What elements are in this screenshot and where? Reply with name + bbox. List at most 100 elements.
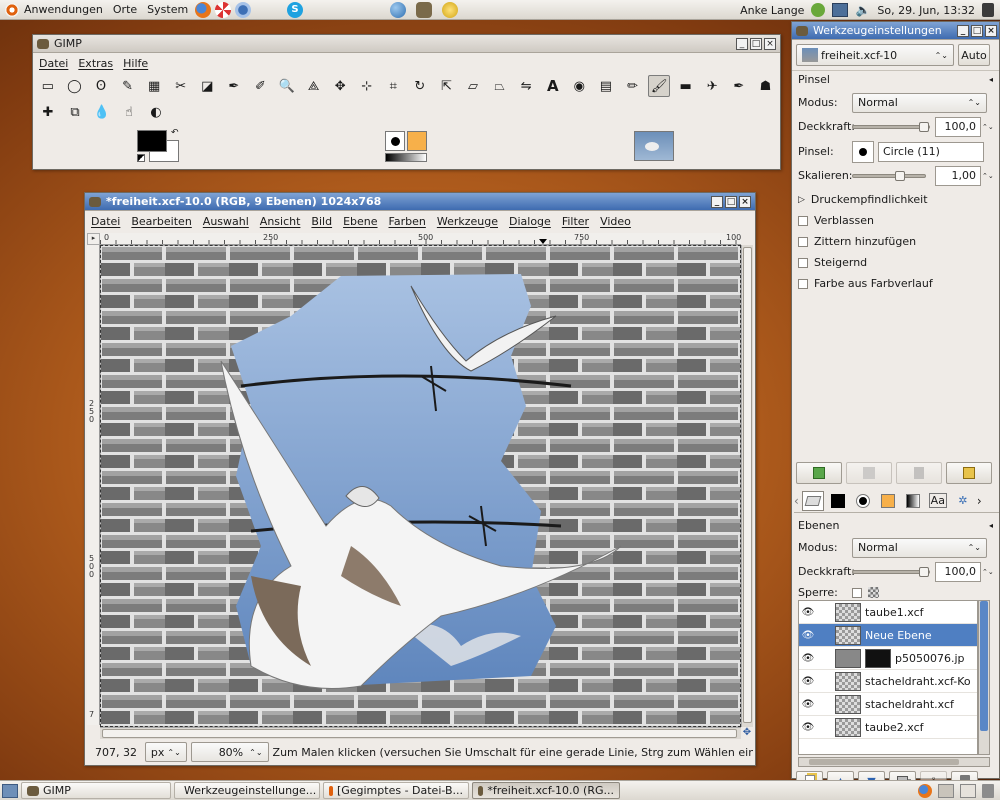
help-lifebuoy-icon[interactable] (215, 1, 232, 18)
perspective-tool-button[interactable]: ⏢ (489, 75, 511, 97)
modus-select[interactable]: Normal ⌃⌄ (852, 92, 987, 113)
steigernd-checkbox[interactable] (798, 257, 808, 268)
layer-opacity-knob[interactable] (919, 566, 929, 577)
smudge-tool-button[interactable]: ☝ (118, 101, 140, 123)
tab-fonts[interactable]: Aa (927, 491, 949, 511)
power-icon[interactable] (982, 3, 994, 17)
option-steigernd[interactable]: Steigernd (798, 252, 995, 273)
paintbrush-tool-button[interactable]: 🖌 (648, 75, 670, 97)
layers-scrollbar[interactable] (978, 600, 990, 755)
crop-tool-button[interactable]: ⌗ (383, 75, 405, 97)
option-farbverlauf[interactable]: Farbe aus Farbverlauf (798, 273, 995, 294)
brush-preview-button[interactable] (852, 140, 874, 163)
option-zittern[interactable]: Zittern hinzufügen (798, 231, 995, 252)
save-options-button[interactable] (796, 462, 842, 484)
applications-menu[interactable]: Anwendungen (0, 0, 108, 20)
close-button[interactable]: × (764, 37, 776, 50)
reset-options-button[interactable] (946, 462, 992, 484)
tray-firefox-icon[interactable] (918, 783, 932, 798)
layer-row[interactable]: 👁 Neue Ebene (799, 624, 977, 647)
scale-slider[interactable] (852, 170, 926, 181)
scale-slider-knob[interactable] (895, 170, 905, 181)
delete-options-button[interactable] (896, 462, 942, 484)
farbverlauf-checkbox[interactable] (798, 278, 808, 289)
task-freiheit[interactable]: *freiheit.xcf-10.0 (RG... (472, 782, 620, 799)
zittern-checkbox[interactable] (798, 236, 808, 247)
heal-tool-button[interactable]: ✚ (37, 101, 59, 123)
tab-gradients[interactable] (902, 491, 924, 511)
dock-maximize-button[interactable]: □ (971, 24, 983, 37)
firefox-launcher-icon[interactable] (195, 1, 212, 18)
image-menu-filter[interactable]: Filter (562, 215, 589, 228)
opacity-spin-icon[interactable]: ⌃⌄ (982, 123, 994, 131)
blend-tool-button[interactable]: ▤ (595, 75, 617, 97)
image-close-button[interactable]: × (739, 195, 751, 208)
shear-tool-button[interactable]: ▱ (462, 75, 484, 97)
color-picker-tool-button[interactable]: ✐ (250, 75, 272, 97)
layer-row[interactable]: 👁 stacheldraht.xcf (799, 693, 977, 716)
text-tool-button[interactable]: A (542, 75, 564, 97)
image-menu-bearbeiten[interactable]: Bearbeiten (131, 215, 191, 228)
vertical-scrollbar[interactable] (741, 245, 753, 727)
ink-tool-button[interactable]: ✒ (728, 75, 750, 97)
workspace-2[interactable] (960, 783, 976, 798)
visibility-eye-icon[interactable]: 👁 (799, 699, 817, 710)
auto-button[interactable]: Auto (958, 44, 990, 66)
layer-row[interactable]: 👁 taube1.xcf (799, 601, 977, 624)
opacity-slider-knob[interactable] (919, 121, 929, 132)
dodge-burn-tool-button[interactable]: ◐ (145, 101, 167, 123)
pattern-indicator[interactable] (407, 131, 427, 151)
menu-hilfe[interactable]: Hilfe (123, 57, 148, 70)
horizontal-ruler[interactable]: 0 250 500 750 100 (100, 233, 741, 245)
system-menu[interactable]: System (142, 0, 193, 20)
scale-spin-icon[interactable]: ⌃⌄ (982, 172, 994, 180)
brush-indicator[interactable] (385, 131, 405, 151)
toolbox-titlebar[interactable]: GIMP _ □ × (33, 35, 780, 53)
scale-tool-button[interactable]: ⇱ (436, 75, 458, 97)
tab-menu-icon[interactable]: ◂ (989, 75, 993, 84)
dock-minimize-button[interactable]: _ (957, 24, 969, 37)
foreground-color-swatch[interactable] (137, 130, 167, 152)
vertical-scroll-thumb[interactable] (743, 247, 752, 723)
move-tool-button[interactable]: ✥ (329, 75, 351, 97)
layer-row[interactable]: 👁 taube2.xcf (799, 716, 977, 739)
layers-tab-menu-icon[interactable]: ◂ (989, 521, 993, 530)
image-menu-ebene[interactable]: Ebene (343, 215, 377, 228)
default-colors-icon[interactable] (137, 154, 145, 162)
show-desktop-icon[interactable] (2, 783, 18, 798)
user-name[interactable]: Anke Lange (740, 4, 804, 17)
mail-launcher-icon[interactable] (235, 1, 252, 18)
workspace-1[interactable] (938, 783, 954, 798)
rotate-tool-button[interactable]: ↻ (409, 75, 431, 97)
image-select[interactable]: freiheit.xcf-10 ⌃⌄ (796, 44, 954, 66)
gimp-launcher-icon[interactable] (416, 2, 432, 18)
tab-layers[interactable] (801, 490, 824, 511)
rect-select-tool-button[interactable]: ▭ (37, 75, 59, 97)
paths-tool-button[interactable]: ✒ (223, 75, 245, 97)
vertical-ruler[interactable]: 250 500 7 (87, 245, 100, 725)
menu-datei[interactable]: Datei (39, 57, 68, 70)
flip-tool-button[interactable]: ⇋ (515, 75, 537, 97)
opacity-field[interactable]: 100,0 (935, 116, 981, 137)
update-icon[interactable] (811, 3, 826, 17)
brush-name-field[interactable]: Circle (11) (878, 141, 984, 162)
layers-scroll-thumb[interactable] (980, 601, 988, 731)
pressure-expander[interactable]: ▷ Druckempfindlichkeit (798, 189, 995, 210)
visibility-eye-icon[interactable]: 👁 (799, 653, 817, 664)
tabs-scroll-right-icon[interactable]: › (977, 494, 982, 508)
zoom-tool-button[interactable]: 🔍 (276, 75, 298, 97)
clock[interactable]: So, 29. Jun, 13:32 (877, 4, 975, 17)
airbrush-tool-button[interactable]: ✈ (701, 75, 723, 97)
image-menu-farben[interactable]: Farben (389, 215, 426, 228)
dock-close-button[interactable]: × (985, 24, 997, 37)
image-canvas[interactable] (100, 245, 741, 727)
ellipse-select-tool-button[interactable]: ◯ (64, 75, 86, 97)
task-gimp[interactable]: GIMP (21, 782, 171, 799)
layers-hscroll-thumb[interactable] (809, 759, 959, 765)
image-minimize-button[interactable]: _ (711, 195, 723, 208)
task-gegimptes[interactable]: [Gegimptes - Datei-B... (323, 782, 469, 799)
layer-row[interactable]: 👁 p5050076.jp (799, 647, 977, 670)
tab-patterns[interactable] (877, 491, 899, 511)
image-menu-ansicht[interactable]: Ansicht (260, 215, 301, 228)
blur-tool-button[interactable]: 💧 (91, 101, 113, 123)
